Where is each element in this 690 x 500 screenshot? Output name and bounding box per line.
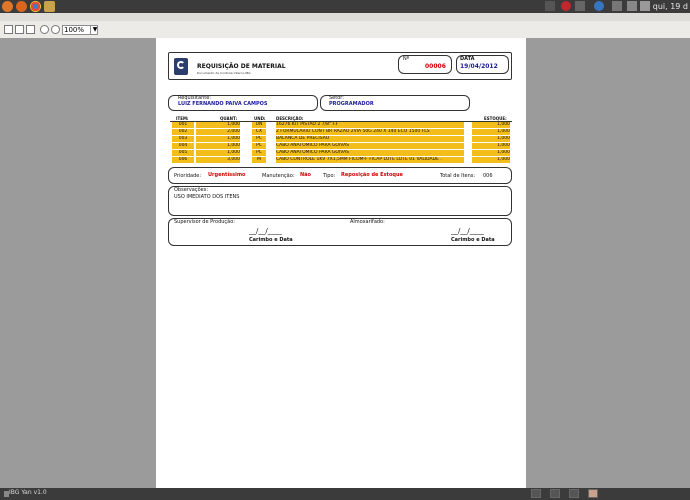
save-icon[interactable]: [15, 25, 24, 34]
cell-item: 006: [172, 157, 194, 163]
document-subtitle: Documento de Controle Interno IBG: [197, 71, 251, 75]
stop-icon[interactable]: [561, 1, 571, 11]
cell-unit: PC: [252, 150, 266, 156]
cell-qty: 1,000: [196, 136, 240, 142]
cell-desc: CABO ANATOMICO PARA GOIVAS: [276, 143, 464, 149]
firefox-icon[interactable]: [16, 1, 27, 12]
notes-label: Observações:: [174, 187, 209, 193]
cell-stock: 1,000: [472, 129, 510, 135]
cell-stock: 1,000: [472, 143, 510, 149]
cell-item: 001: [172, 122, 194, 128]
cell-qty: 1,000: [196, 150, 240, 156]
page-icon[interactable]: [4, 25, 13, 34]
table-row: 004 1,000 PC CABO ANATOMICO PARA GOIVAS 1,00…: [172, 143, 510, 149]
cell-desc: CABO ANATOMICO PARA GOIVAS: [276, 150, 464, 156]
mail-icon[interactable]: [627, 1, 637, 11]
cell-qty: 1,000: [196, 143, 240, 149]
cell-desc: 2 FORMULARIO CONT BR RAZÃO 2VIA 50G 240 …: [276, 129, 464, 135]
priority-label: Prioridade:: [174, 173, 202, 179]
cell-stock: 1,000: [472, 150, 510, 156]
warehouse-date-line: __/__/____: [451, 227, 484, 235]
table-row: 002 2,000 CX 2 FORMULARIO CONT BR RAZÃO 2VI…: [172, 129, 510, 135]
bottom-taskbar: [0, 488, 690, 500]
type-label: Tipo:: [323, 173, 336, 179]
network-icon[interactable]: [545, 1, 555, 11]
cell-item: 005: [172, 150, 194, 156]
cell-stock: 1,000: [472, 122, 510, 128]
warehouse-label: Almoxarifado:: [350, 219, 385, 225]
notes-box: [168, 186, 512, 216]
taskbar-app-button[interactable]: IBG Yan v1.0: [9, 489, 47, 496]
viewer-toolbar: 100% ▼: [0, 21, 690, 39]
requisition-date: 19/04/2012: [460, 63, 498, 70]
volume-icon[interactable]: [640, 1, 650, 11]
date-label: DATA: [460, 56, 475, 62]
total-value: 006: [483, 173, 493, 179]
print-icon[interactable]: [26, 25, 35, 34]
workspace-3[interactable]: [569, 489, 579, 498]
supervisor-label: Supervisor de Produção:: [174, 219, 235, 225]
workspace-1[interactable]: [531, 489, 541, 498]
chrome-icon[interactable]: [30, 1, 41, 12]
workspace-2[interactable]: [550, 489, 560, 498]
number-label: Nº: [403, 56, 410, 62]
warehouse-stamp-label: Carimbo e Data: [451, 237, 495, 243]
notes-value: USO IMEDIATO DOS ITENS: [174, 194, 240, 200]
supervisor-stamp-label: Carimbo e Data: [249, 237, 293, 243]
cell-unit: UN: [252, 122, 266, 128]
cell-desc: CABO CONTROLE 1KV 7X1,5MM FICOM-F FICAP …: [276, 157, 464, 163]
cell-item: 004: [172, 143, 194, 149]
hp-icon[interactable]: [594, 1, 604, 11]
cell-unit: PC: [252, 136, 266, 142]
display-icon[interactable]: [612, 1, 622, 11]
cell-desc: BALANCA DE PRECISÃO: [276, 136, 464, 142]
priority-value: Urgentíssimo: [208, 172, 246, 178]
maintenance-value: Não: [300, 172, 311, 178]
cell-desc: 16276 KIT PISTÃO 2 7/8" F.F: [276, 122, 464, 128]
chevron-down-icon[interactable]: ▼: [90, 25, 99, 35]
keyboard-icon[interactable]: [575, 1, 585, 11]
table-row: 001 1,000 UN 16276 KIT PISTÃO 2 7/8" F.F 1,0…: [172, 122, 510, 128]
cell-qty: 3,000: [196, 157, 240, 163]
type-value: Reposição de Estoque: [341, 172, 403, 178]
trash-icon[interactable]: [588, 489, 598, 498]
ibg-logo: [174, 58, 188, 75]
document-title: REQUISIÇÃO DE MATERIAL: [197, 63, 286, 70]
window-titlebar: [0, 13, 690, 21]
ubuntu-logo-icon[interactable]: [2, 1, 13, 12]
cell-qty: 2,000: [196, 129, 240, 135]
cell-unit: PC: [252, 143, 266, 149]
cell-unit: M: [252, 157, 266, 163]
table-row: 005 1,000 PC CABO ANATOMICO PARA GOIVAS 1,00…: [172, 150, 510, 156]
maintenance-label: Manutenção:: [262, 173, 295, 179]
cell-stock: 1,000: [472, 136, 510, 142]
cell-qty: 1,000: [196, 122, 240, 128]
requester-name: LUIZ FERNANDO PAIVA CAMPOS: [178, 101, 268, 107]
requisition-number: 00006: [425, 63, 446, 70]
cell-item: 002: [172, 129, 194, 135]
table-row: 006 3,000 M CABO CONTROLE 1KV 7X1,5MM FICOM…: [172, 157, 510, 163]
zoom-in-icon[interactable]: [40, 25, 49, 34]
cell-item: 003: [172, 136, 194, 142]
zoom-out-icon[interactable]: [51, 25, 60, 34]
total-label: Total de Itens:: [440, 173, 476, 179]
sector-value: PROGRAMADOR: [329, 101, 374, 107]
tools-icon[interactable]: [44, 1, 55, 12]
table-row: 003 1,000 PC BALANCA DE PRECISÃO 1,000: [172, 136, 510, 142]
clock[interactable]: qui, 19 d: [653, 1, 688, 12]
cell-unit: CX: [252, 129, 266, 135]
top-panel: qui, 19 d: [0, 0, 690, 13]
cell-stock: 1,000: [472, 157, 510, 163]
supervisor-date-line: __/__/____: [249, 227, 282, 235]
